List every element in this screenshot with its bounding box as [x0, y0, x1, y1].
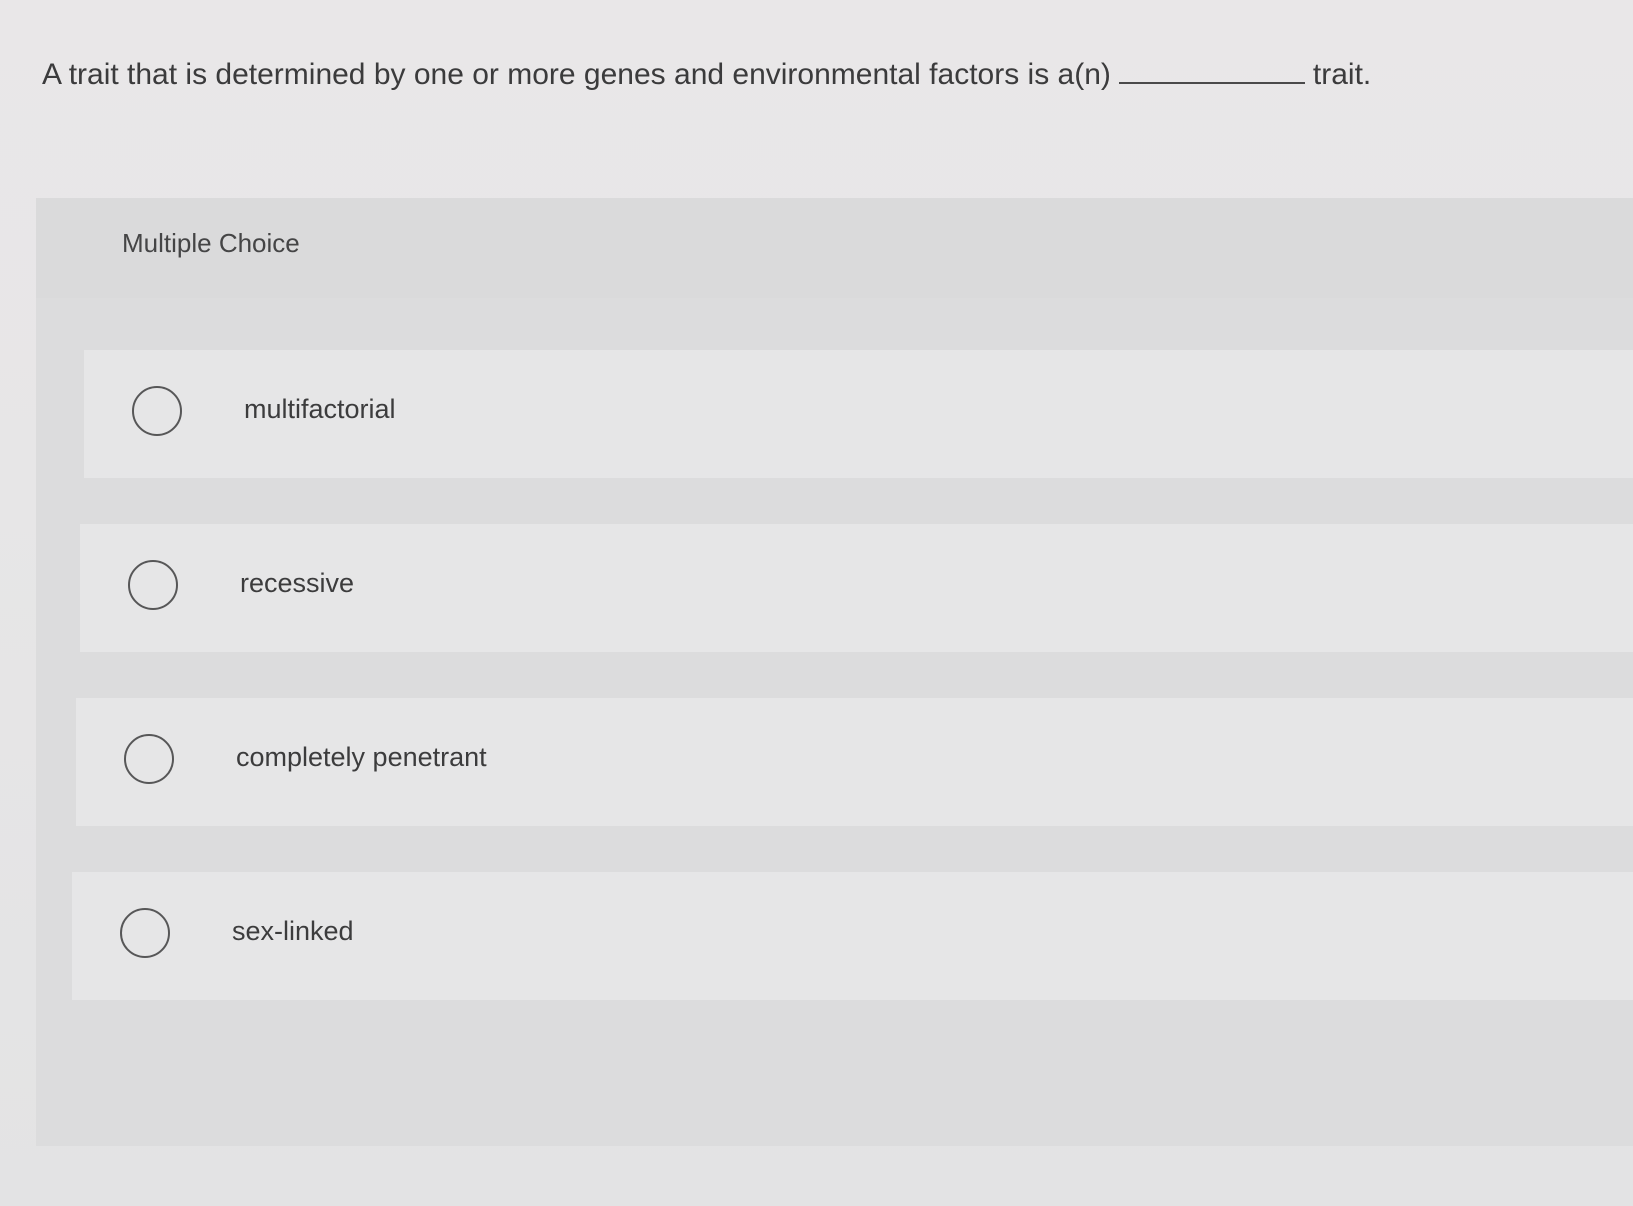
answer-option-sex-linked[interactable]: sex-linked	[72, 872, 1633, 1000]
question-suffix: trait.	[1312, 58, 1372, 91]
answer-blank	[1118, 52, 1305, 84]
radio-button[interactable]	[124, 734, 174, 784]
radio-button[interactable]	[120, 908, 170, 958]
answer-option-completely-penetrant[interactable]: completely penetrant	[76, 698, 1633, 826]
option-label: completely penetrant	[236, 742, 487, 772]
multiple-choice-panel: Multiple Choice multifactorial recessive…	[36, 198, 1633, 1146]
option-label: sex-linked	[232, 916, 354, 946]
option-label: multifactorial	[244, 394, 396, 424]
answer-option-recessive[interactable]: recessive	[80, 524, 1633, 652]
question-text: A trait that is determined by one or mor…	[42, 52, 1602, 97]
radio-button[interactable]	[128, 560, 178, 610]
panel-header: Multiple Choice	[36, 198, 1633, 298]
option-label: recessive	[240, 568, 355, 598]
question-prefix: A trait that is determined by one or mor…	[42, 58, 1111, 91]
panel-title: Multiple Choice	[122, 228, 300, 258]
radio-button[interactable]	[132, 386, 182, 436]
answer-option-multifactorial[interactable]: multifactorial	[84, 350, 1633, 478]
